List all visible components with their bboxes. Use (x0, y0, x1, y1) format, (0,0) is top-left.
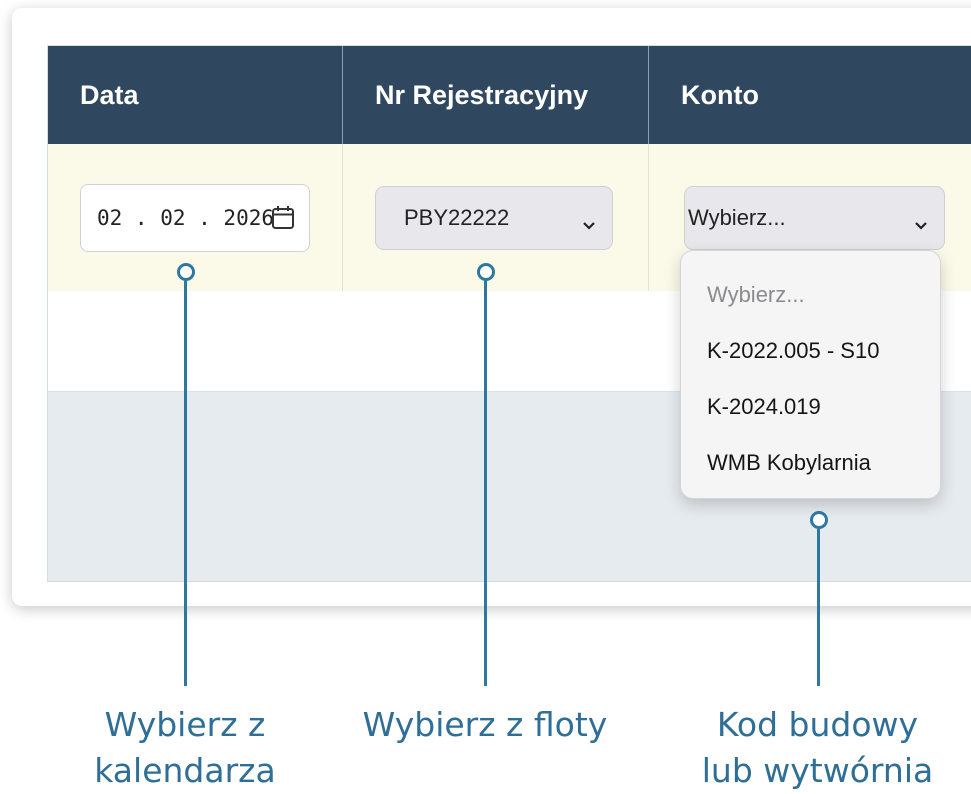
dropdown-option[interactable]: WMB Kobylarnia (681, 441, 940, 497)
date-cell: 02 . 02 . 2026 (48, 144, 343, 291)
account-dropdown-menu: Wybierz... K-2022.005 - S10 K-2024.019 W… (680, 250, 941, 499)
registration-value: PBY22222 (404, 205, 510, 230)
callout-dot-account (810, 511, 828, 529)
chevron-down-icon (582, 211, 596, 237)
column-header-account: Konto (681, 79, 759, 110)
caption-calendar: Wybierz z kalendarza (60, 702, 310, 794)
caption-line: Kod budowy (716, 705, 919, 744)
caption-line: Wybierz z (104, 705, 266, 744)
chevron-down-icon (914, 211, 928, 237)
callout-dot-fleet (477, 263, 495, 281)
column-header-registration: Nr Rejestracyjny (343, 46, 649, 144)
account-select[interactable]: Wybierz... (684, 186, 945, 250)
callout-line-account (817, 529, 820, 686)
registration-select[interactable]: PBY22222 (375, 186, 613, 250)
registration-cell: PBY22222 (343, 144, 649, 291)
column-header-date: Data (48, 46, 343, 144)
callout-dot-calendar (177, 263, 195, 281)
dropdown-option[interactable]: Wybierz... (681, 273, 940, 329)
account-value: Wybierz... (688, 205, 786, 230)
callout-line-fleet (484, 281, 487, 686)
date-input[interactable]: 02 . 02 . 2026 (80, 184, 310, 252)
caption-line: lub wytwórnia (701, 751, 934, 790)
caption-line: Wybierz z floty (362, 705, 608, 744)
caption-line: kalendarza (94, 751, 276, 790)
calendar-icon[interactable] (271, 205, 295, 236)
table-header: Data Nr Rejestracyjny Konto (48, 46, 971, 144)
date-value: 02 . 02 . 2026 (97, 206, 275, 230)
caption-account: Kod budowy lub wytwórnia (680, 702, 955, 794)
dropdown-option[interactable]: K-2024.019 (681, 385, 940, 441)
callout-line-calendar (184, 281, 187, 686)
dropdown-option[interactable]: K-2022.005 - S10 (681, 329, 940, 385)
caption-fleet: Wybierz z floty (340, 702, 630, 748)
